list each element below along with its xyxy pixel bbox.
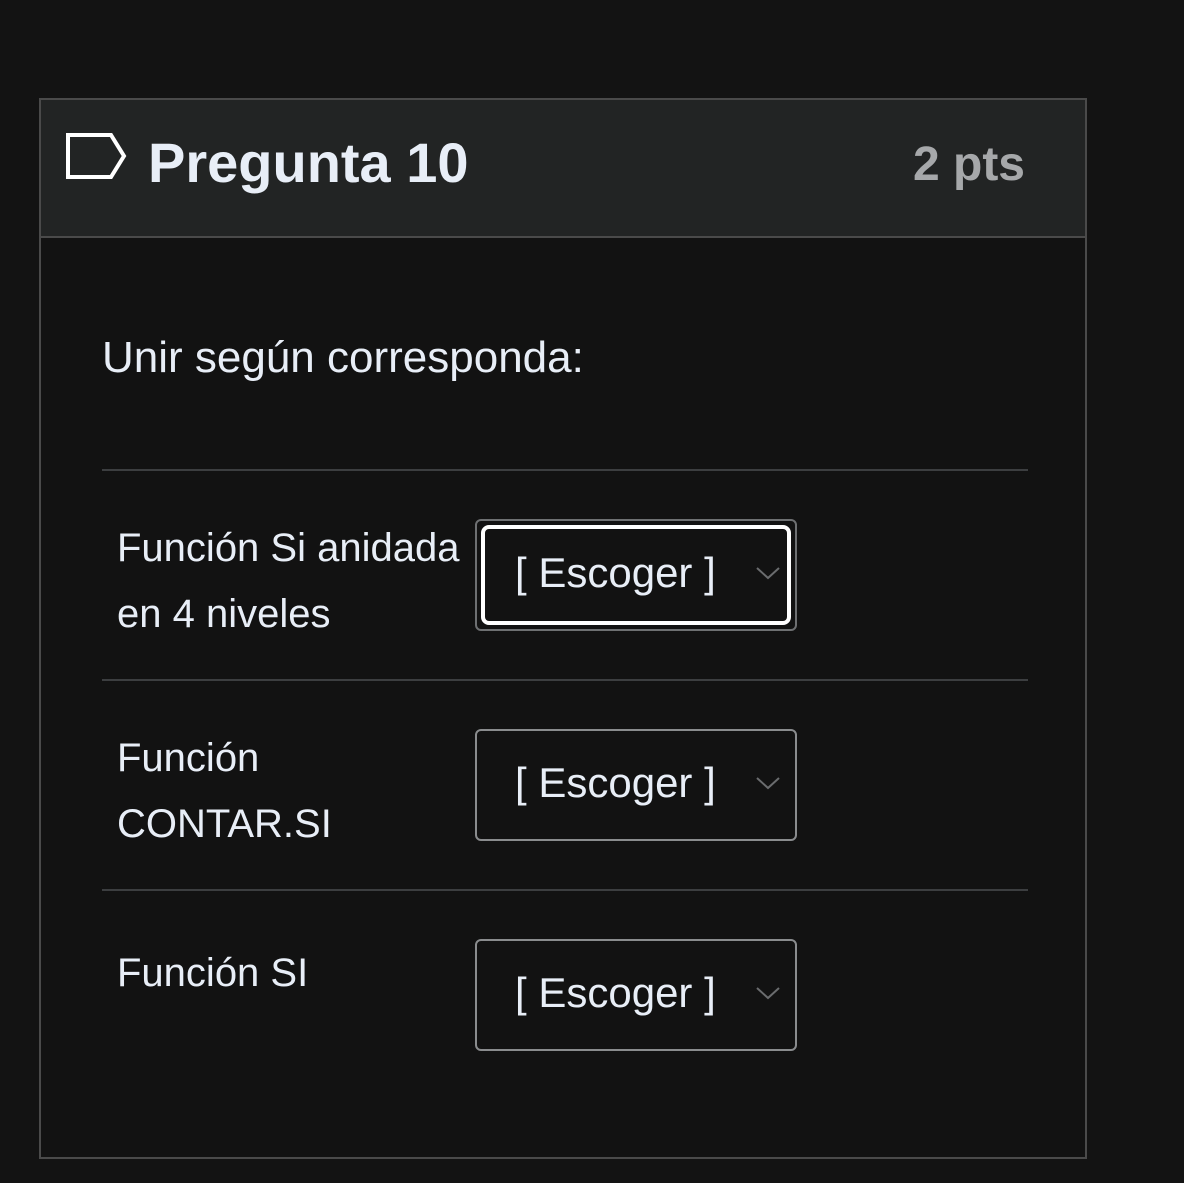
question-card: Pregunta 10 2 pts Unir según corresponda… <box>39 98 1087 1159</box>
match-label: Función CONTAR.SI <box>117 736 332 846</box>
select-value: [ Escoger ] <box>515 759 716 806</box>
question-text: Unir según corresponda: <box>102 333 584 382</box>
flag-question-icon[interactable] <box>65 132 127 180</box>
question-header: Pregunta 10 2 pts <box>41 100 1085 238</box>
chevron-down-icon <box>755 985 781 1001</box>
answer-select[interactable]: [ Escoger ] <box>475 729 797 841</box>
answer-select[interactable]: [ Escoger ] <box>475 519 797 631</box>
answer-select[interactable]: [ Escoger ] <box>475 939 797 1051</box>
match-label: Función Si anidada en 4 niveles <box>117 526 460 636</box>
chevron-down-icon <box>755 775 781 791</box>
divider <box>102 679 1028 681</box>
select-value: [ Escoger ] <box>515 969 716 1016</box>
divider <box>102 889 1028 891</box>
chevron-down-icon <box>755 565 781 581</box>
question-title: Pregunta 10 <box>148 131 469 194</box>
question-points: 2 pts <box>912 138 1025 191</box>
divider <box>102 469 1028 471</box>
match-label: Función SI <box>117 951 309 995</box>
select-value: [ Escoger ] <box>515 549 716 596</box>
